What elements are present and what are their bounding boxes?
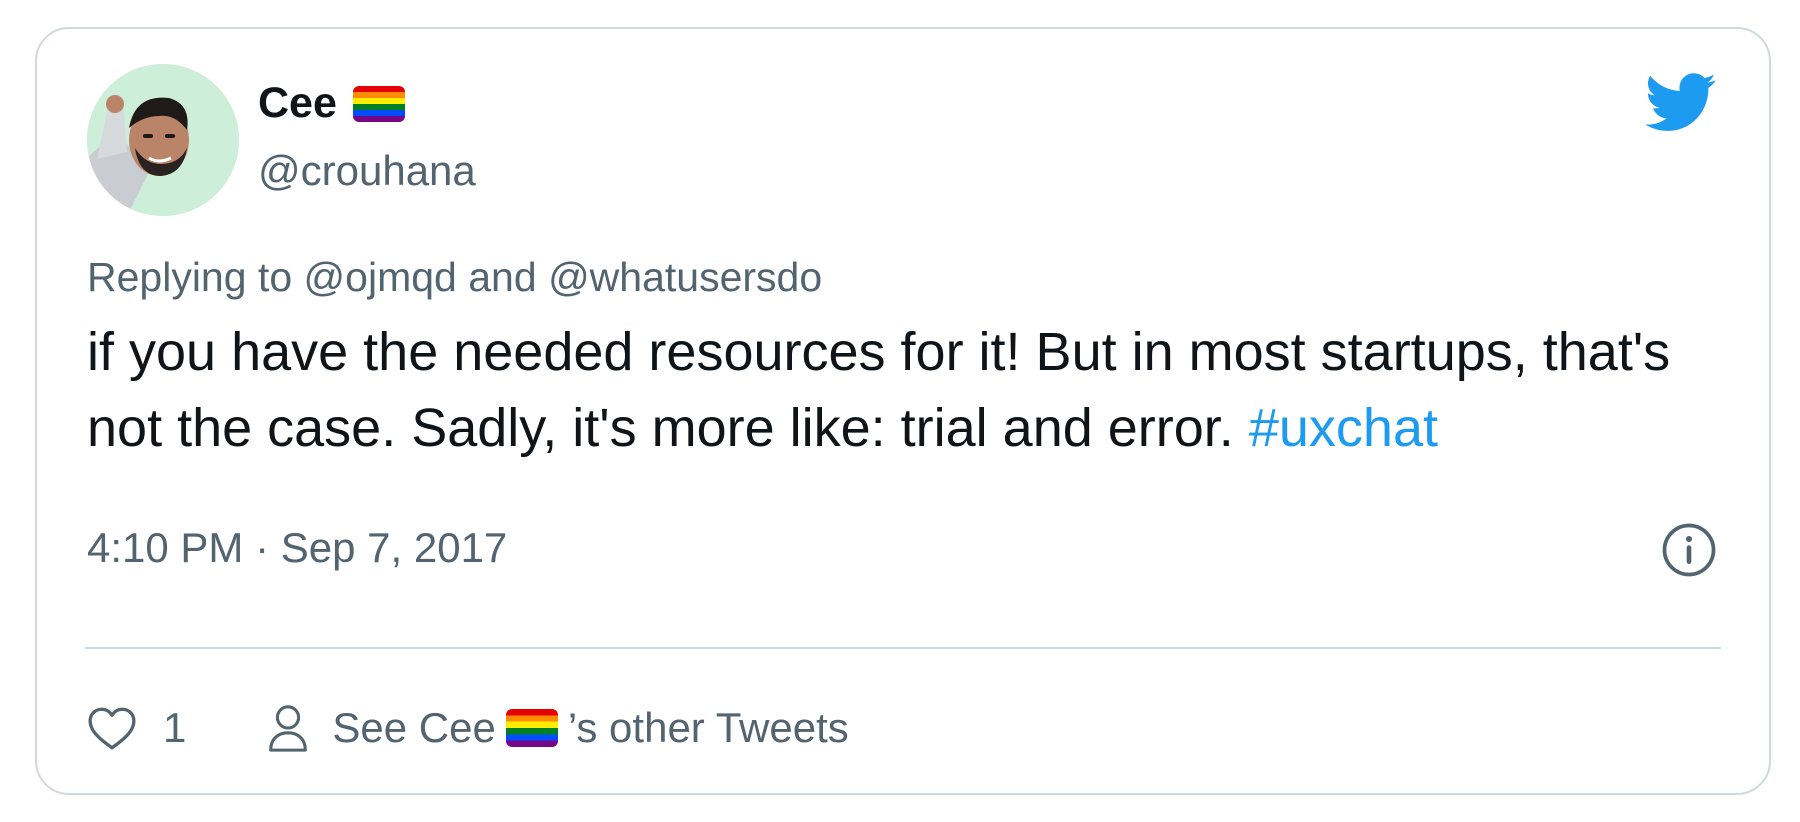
replying-to-label: Replying to	[87, 254, 293, 300]
heart-icon	[88, 707, 136, 750]
like-button[interactable]: 1	[87, 704, 186, 752]
avatar-image	[87, 64, 239, 216]
tweet-timestamp[interactable]: 4:10 PM · Sep 7, 2017	[87, 524, 507, 572]
mention-ojmqd[interactable]: @ojmqd	[304, 254, 457, 300]
author-handle[interactable]: @crouhana	[258, 147, 476, 195]
person-icon	[269, 705, 308, 752]
tweet-time: 4:10 PM	[87, 524, 244, 571]
rainbow-flag-icon	[505, 709, 558, 747]
tweet-actions: 1 See Cee ’s other Tweets	[87, 697, 849, 759]
author-display-name[interactable]: Cee	[258, 79, 337, 128]
mention-whatusersdo[interactable]: @whatusersdo	[548, 254, 822, 300]
author-name-row[interactable]: Cee	[258, 79, 405, 128]
rainbow-flag-icon	[352, 85, 405, 122]
replying-to-line: Replying to @ojmqd and @whatusersdo	[87, 254, 822, 301]
see-other-tweets-label: See Cee ’s other Tweets	[332, 704, 848, 752]
see-prefix: See Cee	[332, 704, 496, 751]
avatar[interactable]	[87, 64, 239, 216]
tweet-card[interactable]: Cee @crouhana Replying to @ojmqd and @wh…	[35, 27, 1771, 795]
replying-joiner: and	[468, 254, 537, 300]
see-other-tweets-link[interactable]: See Cee ’s other Tweets	[266, 703, 849, 753]
tweet-text: if you have the needed resources for it!…	[87, 314, 1727, 466]
see-suffix: ’s other Tweets	[567, 704, 849, 751]
tweet-date: Sep 7, 2017	[280, 524, 508, 571]
timestamp-separator: ·	[255, 524, 270, 571]
divider	[85, 647, 1721, 649]
twitter-bird-icon[interactable]	[1645, 73, 1717, 133]
like-count: 1	[163, 704, 187, 751]
info-icon[interactable]	[1661, 522, 1717, 578]
hashtag-link[interactable]: #uxchat	[1249, 398, 1438, 458]
